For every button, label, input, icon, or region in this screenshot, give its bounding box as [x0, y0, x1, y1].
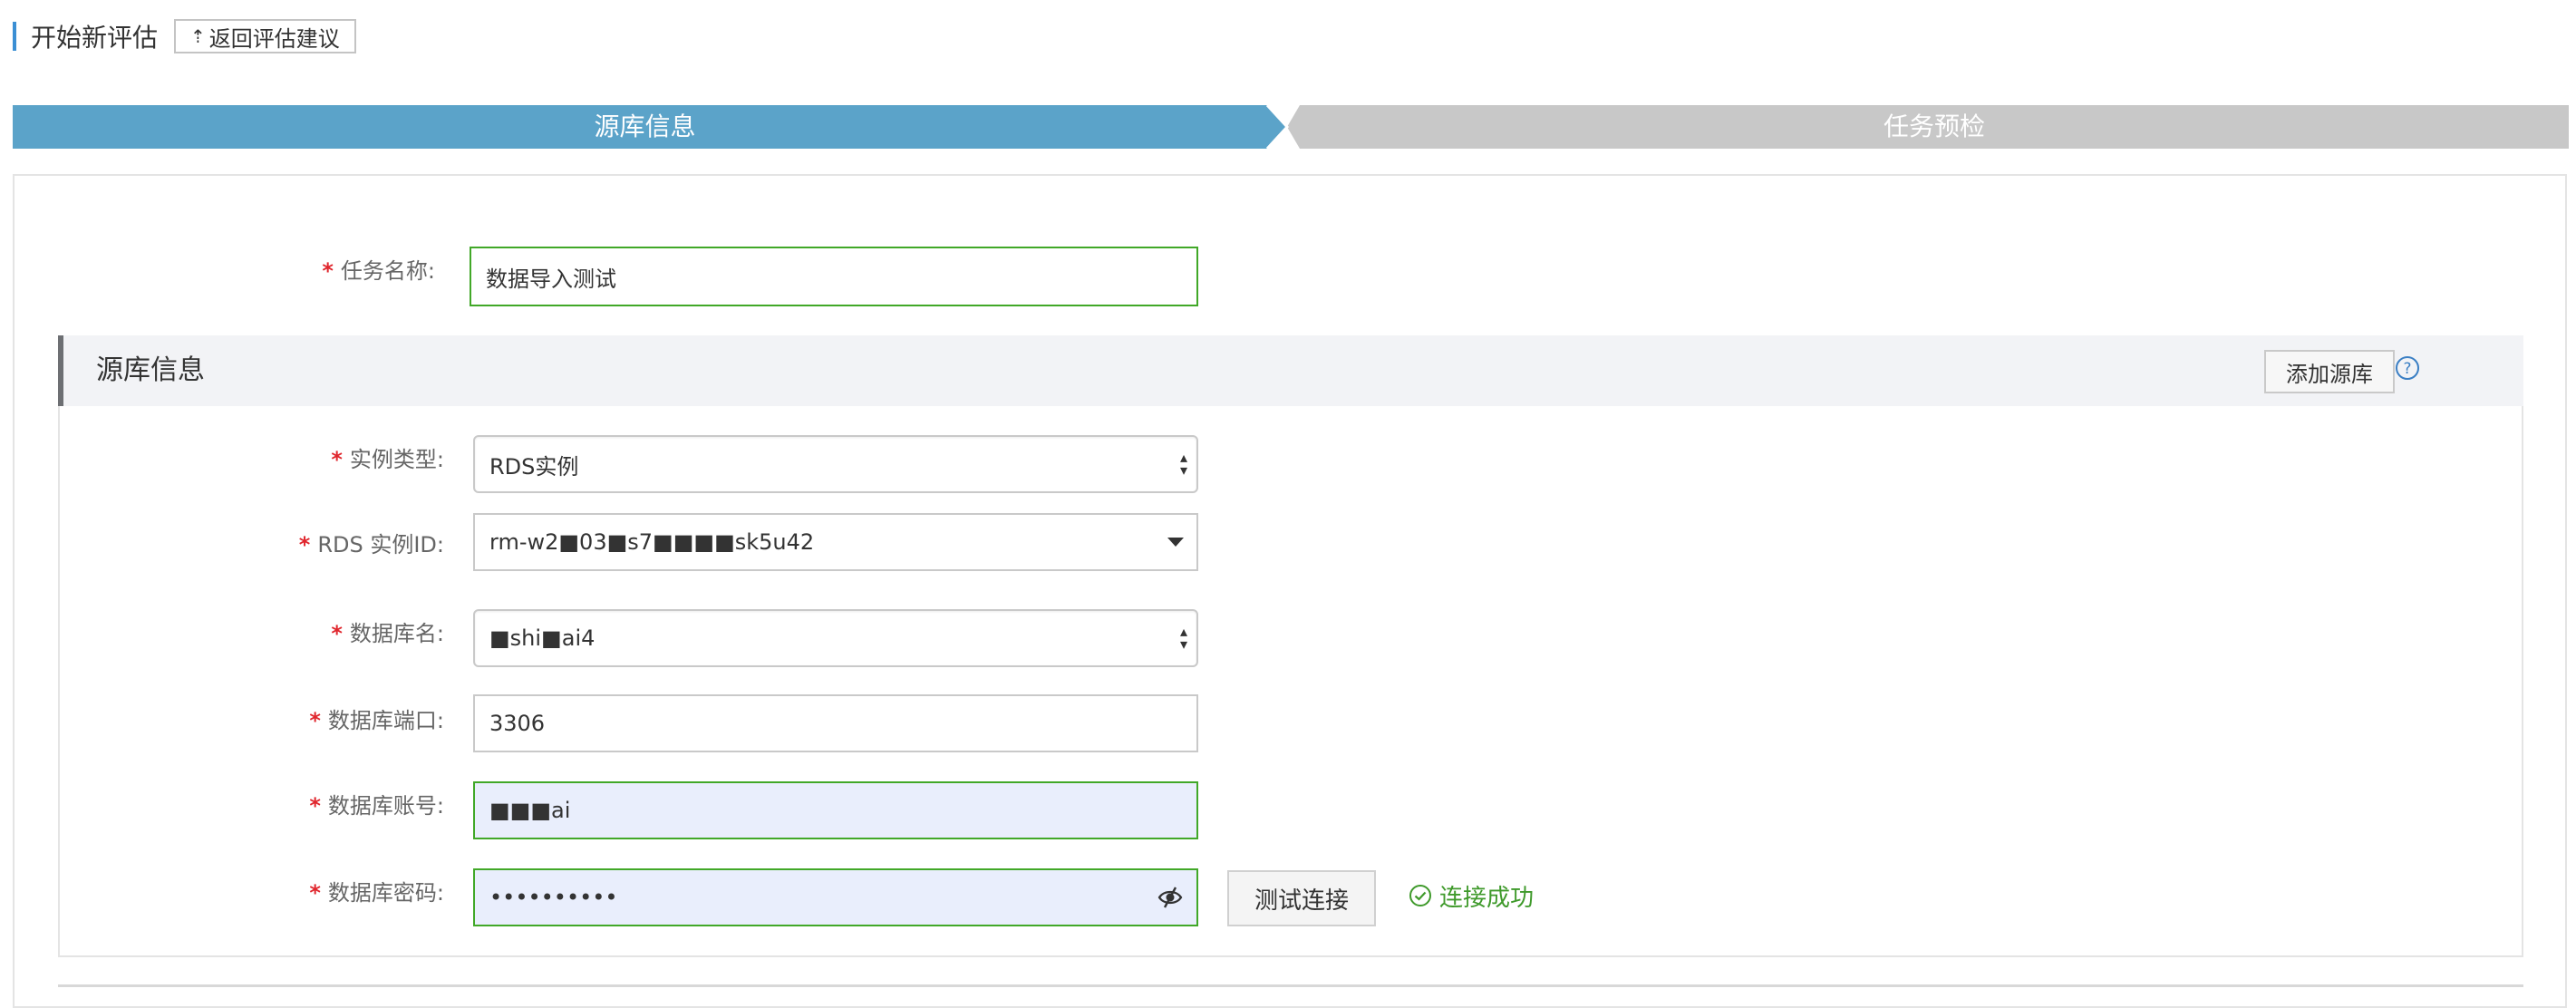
database-account-label: * 数据库账号: — [309, 793, 444, 819]
chevron-down-icon — [1167, 538, 1184, 547]
step-source-info: 源库信息 — [594, 111, 696, 141]
database-name-label: * 数据库名: — [331, 621, 444, 646]
step-progress-bar: 源库信息 任务预检 — [13, 105, 2569, 149]
step-precheck: 任务预检 — [1883, 111, 1985, 141]
add-source-button[interactable]: 添加源库 — [2264, 350, 2395, 393]
eye-slash-icon[interactable] — [1157, 884, 1184, 911]
task-name-label: * 任务名称: — [322, 258, 435, 284]
database-account-input[interactable]: ■■■ai — [473, 781, 1198, 839]
rds-instance-id-dropdown[interactable]: rm-w2■03■s7■■■■sk5u42 — [473, 513, 1198, 571]
database-password-input[interactable]: •••••••••• — [473, 868, 1198, 926]
task-name-input[interactable]: 数据导入测试 — [470, 247, 1198, 306]
back-to-suggestions-button[interactable]: ⇡ 返回评估建议 — [174, 19, 356, 53]
question-circle-icon[interactable]: ? — [2395, 355, 2420, 381]
instance-type-select[interactable]: RDS实例 ▴ ▾ — [473, 435, 1198, 493]
title-accent-bar — [13, 22, 16, 51]
sort-arrows-icon: ▴ ▾ — [1179, 623, 1187, 653]
test-connection-button[interactable]: 测试连接 — [1227, 870, 1376, 926]
database-port-label: * 数据库端口: — [309, 708, 444, 733]
database-password-label: * 数据库密码: — [309, 880, 444, 906]
upload-arrow-icon: ⇡ — [190, 25, 206, 47]
database-port-input[interactable]: 3306 — [473, 694, 1198, 752]
connection-status: 连接成功 — [1409, 881, 1535, 912]
connection-status-text: 连接成功 — [1439, 884, 1535, 912]
instance-type-label: * 实例类型: — [331, 447, 444, 472]
source-db-section-header: 源库信息 添加源库 ? — [58, 335, 2523, 406]
page-header: 开始新评估 ⇡ 返回评估建议 — [13, 16, 356, 56]
sort-arrows-icon: ▴ ▾ — [1179, 449, 1187, 479]
page-title: 开始新评估 — [31, 23, 159, 53]
rds-instance-id-label: * RDS 实例ID: — [298, 532, 444, 557]
svg-text:?: ? — [2403, 360, 2411, 378]
check-circle-icon — [1409, 885, 1431, 906]
database-name-select[interactable]: ■shi■ai4 ▴ ▾ — [473, 609, 1198, 667]
next-section-border — [58, 984, 2523, 987]
back-button-label: 返回评估建议 — [208, 25, 340, 52]
section-title: 源库信息 — [96, 354, 205, 386]
